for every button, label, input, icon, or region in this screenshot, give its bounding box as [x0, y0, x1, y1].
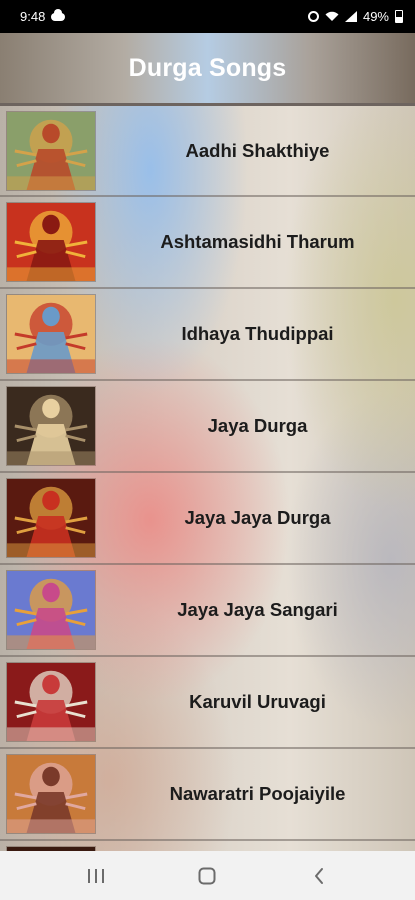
song-thumbnail	[6, 570, 96, 650]
song-list-item[interactable]: Jaya Jaya Sangari	[0, 563, 415, 655]
song-title: Idhaya Thudippai	[181, 323, 334, 344]
back-icon	[315, 867, 324, 884]
song-thumbnail	[6, 202, 96, 282]
recents-button[interactable]	[66, 856, 126, 896]
cloud-icon	[51, 8, 66, 21]
home-button[interactable]	[177, 856, 237, 896]
home-icon	[198, 867, 216, 884]
clock: 9:48	[20, 9, 46, 24]
song-title: Aadhi Shakthiye	[185, 139, 330, 161]
song-title: Nawaratri Poojaiyile	[169, 783, 346, 804]
song-thumbnail	[6, 386, 96, 466]
song-list-item[interactable]: Jaya Jaya Durga	[0, 471, 415, 563]
song-title: Jaya Durga	[207, 415, 308, 436]
app-bar: Durga Songs	[0, 33, 415, 103]
song-list-item[interactable]: Ashtamasidhi Tharum	[0, 195, 415, 287]
navigation-bar	[0, 851, 415, 900]
song-list-item[interactable]: Nawaratri Poojaiyile	[0, 747, 415, 839]
recents-icon	[87, 868, 104, 883]
back-button[interactable]	[289, 856, 349, 896]
song-title: Karuvil Uruvagi	[189, 691, 326, 712]
status-right: 49%	[307, 9, 403, 24]
song-list[interactable]: Aadhi Shakthiye Ashtamasidhi Tharum Idhaya…	[0, 103, 415, 851]
battery-percent: 49%	[362, 9, 389, 24]
song-thumbnail	[6, 662, 96, 742]
wifi-icon	[325, 11, 339, 21]
song-title: Ashtamasidhi Tharum	[160, 231, 355, 252]
song-thumbnail	[6, 111, 96, 191]
status-left: 9:48	[20, 8, 66, 24]
song-title: Jaya Jaya Sangari	[177, 599, 338, 620]
song-list-item[interactable]: Karuvil Uruvagi	[0, 655, 415, 747]
song-list-item[interactable]: Jaya Durga	[0, 379, 415, 471]
status-bar: 9:48 49%	[0, 0, 415, 33]
song-thumbnail	[6, 294, 96, 374]
song-title	[100, 841, 415, 851]
song-thumbnail	[6, 754, 96, 834]
song-title: Jaya Jaya Durga	[184, 507, 331, 528]
signal-icon	[344, 11, 357, 22]
battery-icon	[395, 10, 403, 23]
song-thumbnail	[6, 478, 96, 558]
app-title: Durga Songs	[128, 53, 287, 82]
song-list-item[interactable]: Idhaya Thudippai	[0, 287, 415, 379]
song-list-item[interactable]	[0, 839, 415, 851]
alarm-icon	[307, 11, 319, 22]
song-list-item[interactable]: Aadhi Shakthiye	[0, 103, 415, 195]
